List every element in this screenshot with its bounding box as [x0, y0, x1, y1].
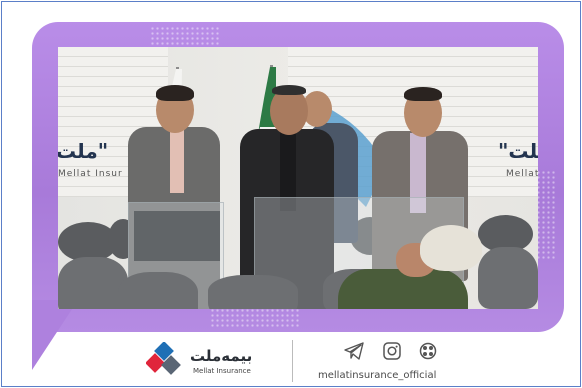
mellat-insurance-logo-icon — [146, 342, 181, 375]
chair — [118, 272, 198, 309]
chair — [478, 247, 538, 309]
footer-divider — [292, 340, 293, 382]
seated-man-coat — [338, 269, 468, 309]
wall-logo-text-right: "ملت — [498, 139, 538, 163]
wall-logo-sub-left: Mellat Insur — [58, 169, 123, 179]
person-left-hair — [156, 85, 194, 101]
instagram-icon[interactable] — [382, 342, 402, 360]
person-center-hair — [272, 85, 306, 95]
person-right-hair — [404, 87, 442, 101]
social-handle[interactable]: mellatinsurance_official — [318, 370, 436, 381]
telegram-icon[interactable] — [344, 342, 364, 360]
speech-bubble-tail — [32, 300, 78, 370]
wall-logo-sub-right: Mellat — [506, 169, 538, 179]
chair — [208, 275, 298, 309]
brand-name: بیمه‌ملت — [190, 347, 253, 365]
seated-man-hat — [420, 225, 482, 271]
dot-pattern-bottom — [210, 308, 300, 328]
aparat-icon[interactable] — [418, 342, 438, 360]
person-left-shirt — [170, 129, 184, 193]
brand-sub: Mellat Insurance — [193, 367, 251, 375]
meeting-photo: ملت" Mellat Insur "ملت Mellat — [58, 47, 538, 309]
wall-logo-text-left: ملت" — [58, 139, 109, 163]
